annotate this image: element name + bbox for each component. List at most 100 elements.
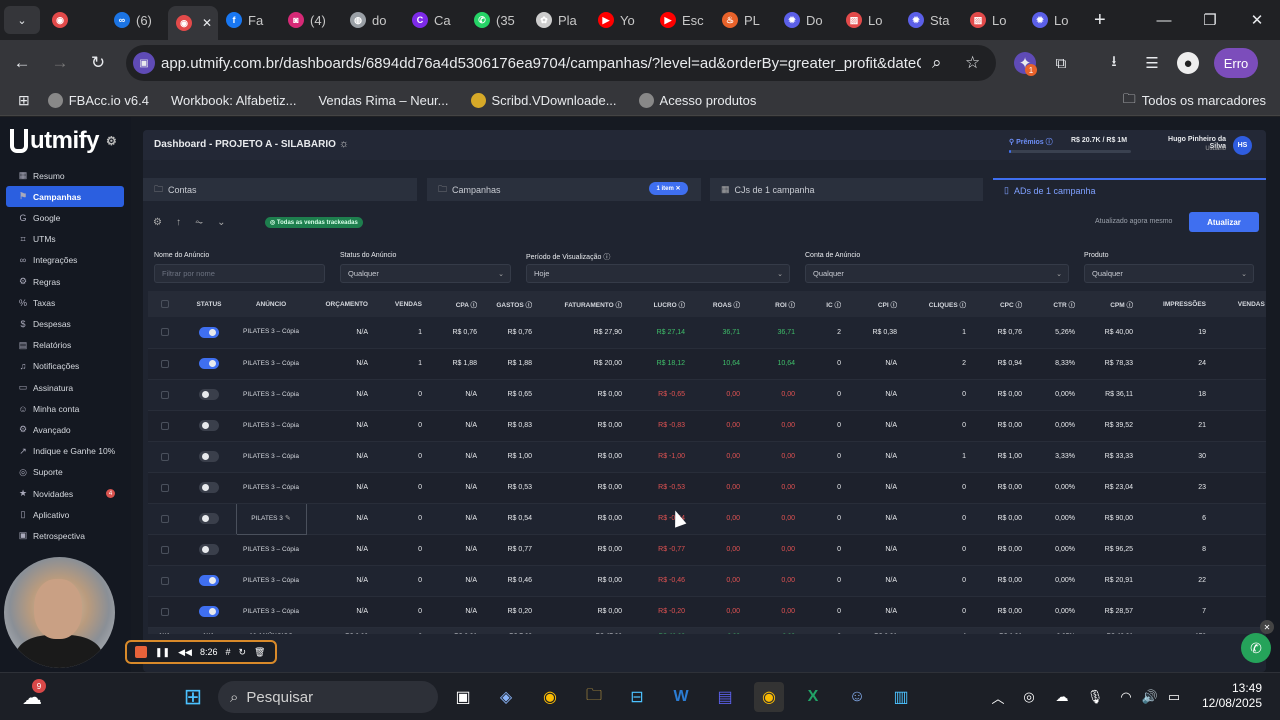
search-icon[interactable]: ⌕ bbox=[932, 53, 942, 73]
excel-icon[interactable]: X bbox=[798, 682, 828, 712]
chrome-icon[interactable]: ◉ bbox=[535, 682, 565, 712]
row-checkbox[interactable] bbox=[161, 359, 169, 368]
status-toggle[interactable] bbox=[199, 358, 219, 369]
period-filter-select[interactable]: Hoje ⌄ bbox=[526, 264, 790, 283]
column-header[interactable]: IC ⓘ bbox=[803, 291, 849, 317]
task-view-icon[interactable]: ▣ bbox=[448, 682, 478, 712]
row-checkbox[interactable] bbox=[161, 483, 169, 492]
column-header[interactable]: CPI ⓘ bbox=[849, 291, 905, 317]
row-checkbox[interactable] bbox=[161, 607, 169, 616]
tab-ads[interactable]: ▯ ADs de 1 campanha bbox=[993, 178, 1266, 201]
status-toggle[interactable] bbox=[199, 420, 219, 431]
status-toggle[interactable] bbox=[198, 513, 219, 524]
new-tab-button[interactable]: + bbox=[1094, 9, 1106, 32]
status-toggle[interactable] bbox=[199, 389, 219, 400]
browser-tab[interactable]: ✹ Lo bbox=[1024, 4, 1086, 36]
tab-cjs[interactable]: ▦ CJs de 1 campanha bbox=[710, 178, 983, 201]
windows-start-icon[interactable]: ⊞ bbox=[178, 682, 208, 712]
store-icon[interactable]: ⊟ bbox=[622, 682, 652, 712]
column-header[interactable]: ANÚNCIO bbox=[236, 291, 306, 317]
column-header[interactable]: STATUS bbox=[182, 291, 236, 317]
arrow-up-icon[interactable]: ↑ bbox=[176, 217, 181, 228]
table-row[interactable]: PILATES 3 – Cópia N/A 1 R$ 1,88 R$ 1,88 R$ 20… bbox=[148, 348, 1266, 380]
sidebar-item-taxas[interactable]: % Taxas bbox=[6, 292, 124, 313]
settings-icon[interactable]: ⚙ bbox=[106, 134, 117, 148]
trash-icon[interactable]: 🗑 bbox=[254, 647, 265, 658]
row-checkbox[interactable] bbox=[161, 452, 169, 461]
browser-tab[interactable]: ▨ Lo bbox=[962, 4, 1024, 36]
taskbar-clock[interactable]: 13:49 12/08/2025 bbox=[1196, 681, 1262, 711]
column-header[interactable]: CPA ⓘ bbox=[430, 291, 485, 317]
sidebar-item-notifica-es[interactable]: ♫ Notificações bbox=[6, 356, 124, 377]
sidebar-item-despesas[interactable]: $ Despesas bbox=[6, 313, 124, 334]
restart-icon[interactable]: ↻ bbox=[238, 647, 246, 658]
status-filter-select[interactable]: Qualquer ⌄ bbox=[340, 264, 511, 283]
sidebar-item-relat-rios[interactable]: ▤ Relatórios bbox=[6, 335, 124, 356]
column-header[interactable]: ORÇAMENTO bbox=[306, 291, 376, 317]
account-filter-select[interactable]: Qualquer ⌄ bbox=[805, 264, 1069, 283]
sidebar-item-regras[interactable]: ⚙ Regras bbox=[6, 271, 124, 292]
copilot-icon[interactable]: ◈ bbox=[491, 682, 521, 712]
minimize-button[interactable]: — bbox=[1141, 0, 1187, 40]
browser-tab[interactable]: ∞ (6) bbox=[106, 4, 168, 36]
browser-tab[interactable]: ✹ Sta bbox=[900, 4, 962, 36]
pause-icon[interactable]: ❚❚ bbox=[155, 647, 170, 658]
status-toggle[interactable] bbox=[199, 575, 219, 586]
all-bookmarks[interactable]: 🗀 Todos os marcadores bbox=[1123, 90, 1266, 112]
table-row[interactable]: PILATES 3 – Cópia N/A 0 N/A R$ 0,83 R$ 0,00 R$… bbox=[148, 410, 1266, 442]
notepad-icon[interactable]: ▥ bbox=[886, 682, 916, 712]
table-row[interactable]: PILATES 3 – Cópia N/A 1 R$ 0,76 R$ 0,76 R$ 27… bbox=[148, 317, 1266, 349]
rewind-icon[interactable]: ◀◀ bbox=[178, 647, 192, 658]
edit-icon[interactable]: ✎ bbox=[283, 515, 291, 522]
column-header[interactable]: LUCRO ⓘ bbox=[630, 291, 693, 317]
sidebar-item-integra-es[interactable]: ∞ Integrações bbox=[6, 250, 124, 271]
column-header[interactable]: VENDAS PEN bbox=[1214, 291, 1266, 317]
browser-tab[interactable]: ◉ ✕ bbox=[168, 6, 218, 40]
table-row[interactable]: PILATES 3 – Cópia N/A 0 N/A R$ 0,53 R$ 0,00 R$… bbox=[148, 472, 1266, 504]
table-row[interactable]: PILATES 3 ✎ N/A 0 N/A R$ 0,54 R$ 0,00 R$ -0,54… bbox=[148, 502, 1266, 535]
sidebar-item-avan-ado[interactable]: ⚙ Avançado bbox=[6, 419, 124, 440]
grid-icon[interactable]: # bbox=[225, 647, 230, 657]
row-checkbox[interactable] bbox=[161, 514, 169, 523]
column-header[interactable]: ROI ⓘ bbox=[748, 291, 803, 317]
browser-tab[interactable]: C Ca bbox=[404, 4, 466, 36]
bookmark-star-icon[interactable]: ☆ bbox=[965, 53, 980, 73]
sidebar-item-utms[interactable]: ⌗ UTMs bbox=[6, 229, 124, 250]
tab-contas[interactable]: 🗀 Contas bbox=[143, 178, 417, 201]
bookmark-item[interactable]: Vendas Rima – Neur... bbox=[318, 93, 448, 108]
sidebar-item-google[interactable]: G Google bbox=[6, 207, 124, 228]
table-row[interactable]: PILATES 3 – Cópia N/A 0 N/A R$ 1,00 R$ 0,00 R$… bbox=[148, 441, 1266, 473]
taskbar-search[interactable]: ⌕ Pesquisar bbox=[218, 681, 438, 713]
file-explorer-icon[interactable]: 🗀 bbox=[579, 682, 609, 712]
reload-button[interactable]: ↻ bbox=[85, 50, 111, 76]
row-checkbox[interactable] bbox=[161, 576, 169, 585]
column-header[interactable]: CPC ⓘ bbox=[974, 291, 1030, 317]
browser-tab[interactable]: ♨ PL bbox=[714, 4, 776, 36]
bookmark-item[interactable]: FBAcc.io v6.4 bbox=[47, 93, 149, 108]
bookmark-item[interactable]: Scribd.VDownloade... bbox=[470, 93, 617, 108]
table-row[interactable]: PILATES 3 – Cópia N/A 0 N/A R$ 0,65 R$ 0,00 R$… bbox=[148, 379, 1266, 411]
tab-search-button[interactable]: ⌄ bbox=[4, 6, 40, 34]
name-filter-input[interactable]: Filtrar por nome bbox=[154, 264, 325, 283]
status-toggle[interactable] bbox=[199, 451, 219, 462]
column-header[interactable]: CPM ⓘ bbox=[1083, 291, 1141, 317]
apps-grid-icon[interactable]: ⊞ bbox=[18, 92, 30, 109]
sidebar-item-campanhas[interactable]: ⚑ Campanhas bbox=[6, 186, 124, 208]
table-row[interactable]: PILATES 3 – Cópia N/A 0 N/A R$ 0,20 R$ 0,00 R$… bbox=[148, 596, 1266, 628]
url-text[interactable]: app.utmify.com.br/dashboards/6894dd76a4d… bbox=[161, 55, 921, 72]
site-info-icon[interactable]: ▣ bbox=[133, 52, 155, 74]
status-toggle[interactable] bbox=[199, 544, 219, 555]
microphone-icon[interactable]: 🎙 bbox=[1080, 682, 1110, 712]
browser-tab[interactable]: ✹ Do bbox=[776, 4, 838, 36]
omnibox[interactable]: ▣ app.utmify.com.br/dashboards/6894dd76a… bbox=[126, 45, 996, 81]
column-header[interactable]: CLIQUES ⓘ bbox=[905, 291, 974, 317]
media-control-icon[interactable]: ☰ bbox=[1141, 52, 1163, 74]
battery-icon[interactable]: ▭ bbox=[1159, 682, 1189, 712]
column-header[interactable]: IMPRESSÕES bbox=[1141, 291, 1214, 317]
browser-tab[interactable]: ◉ bbox=[44, 4, 106, 36]
chevron-down-icon[interactable]: ⌄ bbox=[217, 217, 225, 228]
chart-line-icon[interactable]: ⏦ bbox=[195, 217, 203, 228]
sidebar-item-indique-e-ganhe-10-[interactable]: ↗ Indique e Ganhe 10% bbox=[6, 441, 124, 462]
browser-tab[interactable]: ◙ (4) bbox=[280, 4, 342, 36]
error-button[interactable]: Erro bbox=[1214, 48, 1258, 78]
